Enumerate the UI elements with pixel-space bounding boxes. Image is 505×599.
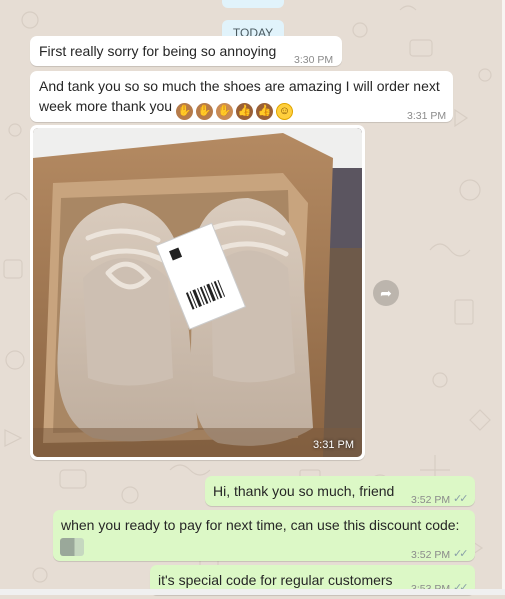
date-chip-partial: TODAY (222, 0, 284, 8)
message-text: it's special code for regular customers (158, 572, 393, 588)
message-text-line2: week more thank you (39, 98, 173, 114)
message-bubble-incoming[interactable]: First really sorry for being so annoying… (30, 36, 342, 66)
message-bubble-outgoing[interactable]: Hi, thank you so much, friend 3:52 PM ✓✓ (205, 476, 475, 506)
message-bubble-incoming[interactable]: And tank you so so much the shoes are am… (30, 71, 453, 122)
thumbs-up-emoji-icon: 👍 (235, 103, 253, 120)
clapping-hands-emoji-icon: ✋ (195, 103, 213, 120)
message-time: 3:30 PM (294, 54, 334, 66)
message-time: 3:52 PM (411, 549, 451, 561)
message-time: 3:31 PM (407, 110, 447, 122)
read-receipt-icon: ✓✓ (453, 493, 469, 505)
image-time: 3:31 PM (313, 439, 354, 451)
message-text-line1: And tank you so so much the shoes are am… (39, 78, 440, 94)
read-receipt-icon: ✓✓ (453, 548, 469, 560)
clapping-hands-emoji-icon: ✋ (215, 103, 233, 120)
shoes-photo-illustration (33, 128, 362, 457)
shoes-photo[interactable]: 3:31 PM (33, 128, 362, 457)
clapping-hands-emoji-icon: ✋ (175, 103, 193, 120)
image-message[interactable]: 3:31 PM (30, 125, 365, 460)
thumbs-up-emoji-icon: 👍 (255, 103, 273, 120)
message-bubble-outgoing[interactable]: when you ready to pay for next time, can… (53, 510, 475, 561)
forward-icon[interactable]: ➦ (373, 280, 399, 306)
message-text: And tank you so so much the shoes are am… (39, 76, 444, 120)
message-time: 3:52 PM (411, 494, 451, 506)
discount-code-blurred[interactable] (60, 538, 84, 556)
message-text: Hi, thank you so much, friend (213, 483, 395, 499)
composer-edge (0, 589, 505, 595)
grinning-face-emoji-icon: ☺ (275, 103, 293, 120)
message-text: First really sorry for being so annoying (39, 43, 277, 59)
read-receipt-icon: ✓✓ (453, 582, 469, 594)
message-text: when you ready to pay for next time, can… (61, 517, 460, 533)
